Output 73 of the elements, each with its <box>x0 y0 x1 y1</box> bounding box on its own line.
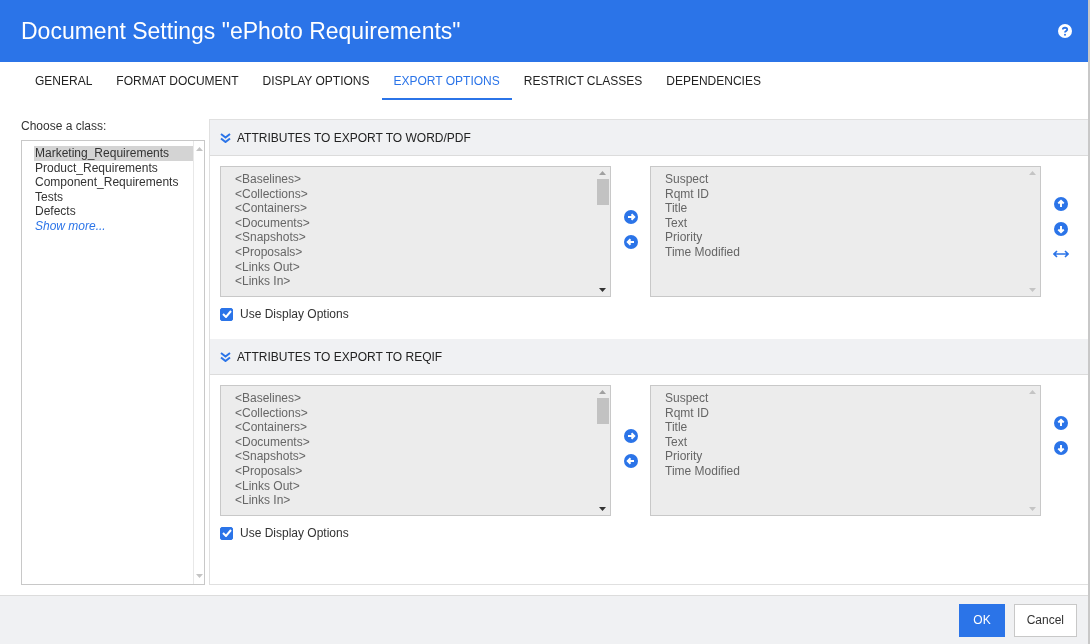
tab[interactable]: EXPORT OPTIONS <box>381 62 512 100</box>
list-item[interactable]: <Proposals> <box>235 244 595 260</box>
show-more-link[interactable]: Show more... <box>34 218 109 234</box>
move-down-icon[interactable] <box>1054 222 1068 236</box>
list-item[interactable]: Text <box>665 434 1025 450</box>
section-header[interactable]: ATTRIBUTES TO EXPORT TO WORD/PDF <box>210 120 1088 156</box>
ok-button[interactable]: OK <box>959 603 1005 637</box>
list-item[interactable]: Rqmt ID <box>665 405 1025 421</box>
list-item[interactable]: Suspect <box>665 391 1025 406</box>
list-item[interactable]: <Baselines> <box>235 391 595 406</box>
list-item[interactable]: Priority <box>665 230 1025 245</box>
scrollbar-thumb[interactable] <box>596 398 609 424</box>
attribute-list[interactable]: Suspect Rqmt ID Title Text Priority Time Modified <box>650 166 1041 297</box>
scroll-down-icon[interactable] <box>599 507 606 511</box>
list-item[interactable]: <Proposals> <box>235 463 595 479</box>
section-title: ATTRIBUTES TO EXPORT TO WORD/PDF <box>237 130 471 145</box>
attribute-list[interactable]: Suspect Rqmt ID Title Text Priority Time Modified <box>650 385 1041 516</box>
tab[interactable]: RESTRICT CLASSES <box>511 62 655 100</box>
list-item[interactable]: <Documents> <box>235 434 595 450</box>
checkbox[interactable] <box>220 307 233 321</box>
tab[interactable]: GENERAL <box>23 62 105 100</box>
list-item[interactable]: Tests <box>34 189 66 205</box>
checkbox-label: Use Display Options <box>240 307 349 321</box>
window-title: Document Settings "ePhoto Requirements" <box>21 17 461 45</box>
attribute-list[interactable]: <Baselines> <Collections> <Containers> <Documents> <Snapshots> <Proposals> <Links Out> <Links In> <box>220 385 611 516</box>
checkbox[interactable] <box>220 526 233 540</box>
list-item[interactable]: <Links Out> <box>235 259 595 275</box>
move-up-icon[interactable] <box>1054 416 1068 430</box>
field-label: Choose a class: <box>21 119 108 134</box>
list-item[interactable]: <Snapshots> <box>235 449 595 464</box>
list-item[interactable]: <Containers> <box>235 420 595 435</box>
list-item[interactable]: <Links In> <box>235 274 595 289</box>
list-item[interactable]: Time Modified <box>665 463 1025 479</box>
move-up-icon[interactable] <box>1054 197 1068 211</box>
list-item[interactable]: Rqmt ID <box>665 186 1025 202</box>
cancel-button[interactable]: Cancel <box>1013 603 1077 637</box>
list-item[interactable]: Title <box>665 201 1025 216</box>
arrow-left-icon[interactable] <box>623 235 638 249</box>
attribute-list[interactable]: <Baselines> <Collections> <Containers> <Documents> <Snapshots> <Proposals> <Links Out> <Links In> <box>220 166 611 297</box>
list-item[interactable]: <Baselines> <box>235 172 595 187</box>
arrow-right-icon[interactable] <box>623 429 638 443</box>
scroll-up-icon[interactable] <box>599 171 606 175</box>
section-header[interactable]: ATTRIBUTES TO EXPORT TO REQIF <box>210 339 1088 375</box>
move-down-icon[interactable] <box>1054 441 1068 455</box>
tab[interactable]: DEPENDENCIES <box>654 62 773 100</box>
double-chevron-icon[interactable] <box>220 351 231 362</box>
scrollbar-thumb[interactable] <box>596 179 609 205</box>
section-title: ATTRIBUTES TO EXPORT TO REQIF <box>237 349 443 364</box>
list-item[interactable]: Text <box>665 215 1025 231</box>
list-item[interactable]: Product_Requirements <box>34 160 161 176</box>
list-item[interactable]: <Containers> <box>235 201 595 216</box>
list-item[interactable]: <Links In> <box>235 493 595 508</box>
arrow-right-icon[interactable] <box>623 210 638 224</box>
scroll-up-icon[interactable] <box>599 390 606 394</box>
checkbox-label: Use Display Options <box>240 526 349 540</box>
tab[interactable]: FORMAT DOCUMENT <box>104 62 251 100</box>
list-item[interactable]: Priority <box>665 449 1025 464</box>
double-chevron-icon[interactable] <box>220 132 231 143</box>
list-item[interactable]: Defects <box>34 204 79 219</box>
arrow-left-icon[interactable] <box>623 454 638 468</box>
help-icon[interactable] <box>1058 24 1072 38</box>
tab[interactable]: DISPLAY OPTIONS <box>250 62 382 100</box>
scroll-down-icon[interactable] <box>599 288 606 292</box>
list-item[interactable]: <Collections> <box>235 405 595 421</box>
list-item[interactable]: Suspect <box>665 172 1025 187</box>
list-item[interactable]: <Links Out> <box>235 478 595 494</box>
list-item[interactable]: Marketing_Requirements <box>34 146 194 161</box>
list-item[interactable]: Title <box>665 420 1025 435</box>
list-item[interactable]: <Documents> <box>235 215 595 231</box>
list-item[interactable]: <Collections> <box>235 186 595 202</box>
list-item[interactable]: Component_Requirements <box>34 175 182 190</box>
list-item[interactable]: Time Modified <box>665 244 1025 260</box>
list-item[interactable]: <Snapshots> <box>235 230 595 245</box>
